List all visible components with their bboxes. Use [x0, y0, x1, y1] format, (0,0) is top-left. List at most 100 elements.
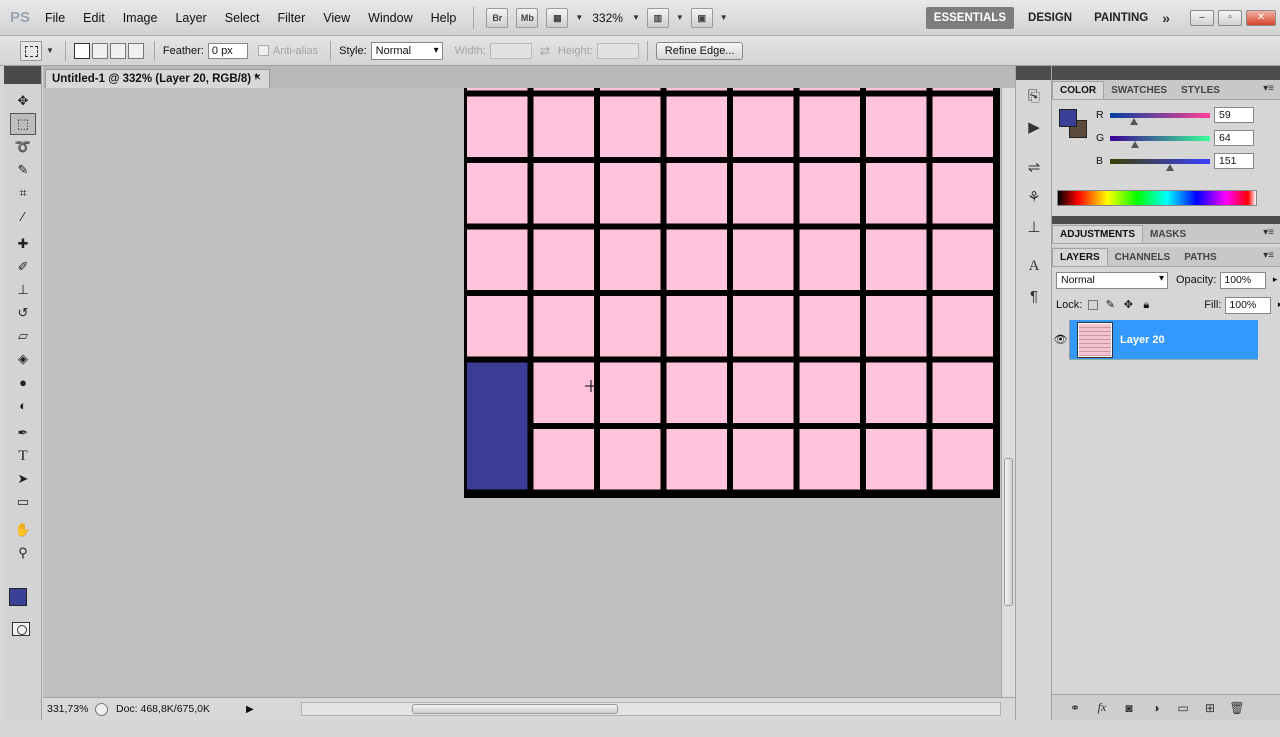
intersect-selection-mode[interactable]	[127, 42, 144, 59]
blue-slider[interactable]: B 151	[1096, 153, 1271, 173]
document-tab[interactable]: Untitled-1 @ 332% (Layer 20, RGB/8) * ×	[45, 69, 270, 88]
tab-masks[interactable]: MASKS	[1143, 226, 1193, 243]
vertical-scroll-thumb[interactable]	[1004, 458, 1013, 606]
chevron-down-icon[interactable]: ▼	[575, 13, 583, 22]
character-panel-icon[interactable]: A	[1022, 258, 1046, 280]
view-extras-button[interactable]: ▦	[546, 7, 569, 28]
layer-item[interactable]: 👁︎ Layer 20	[1052, 319, 1258, 360]
visibility-eye-icon[interactable]: 👁︎	[1052, 319, 1070, 360]
tab-paths[interactable]: PATHS	[1177, 249, 1223, 266]
mini-bridge-button[interactable]: Mb	[516, 7, 539, 28]
tool-presets-icon[interactable]: ⇌	[1022, 158, 1046, 180]
clone-stamp-tool-icon[interactable]: ⊥	[10, 279, 36, 301]
link-layers-icon[interactable]: ⚭	[1066, 701, 1084, 715]
chevron-down-icon[interactable]: ▼	[46, 46, 54, 55]
history-panel-icon[interactable]: ⎘	[1022, 88, 1046, 110]
new-selection-mode[interactable]	[73, 42, 90, 59]
layer-name[interactable]: Layer 20	[1120, 334, 1165, 346]
menu-window[interactable]: Window	[359, 11, 421, 25]
clone-source-icon[interactable]: ⊥	[1022, 218, 1046, 240]
rectangle-shape-tool-icon[interactable]: ▭	[10, 491, 36, 513]
adjustment-layer-icon[interactable]: ◑	[1147, 701, 1165, 715]
panel-menu-icon[interactable]: ▾≡	[1263, 83, 1274, 94]
color-panel-foreground[interactable]	[1059, 109, 1077, 127]
menu-layer[interactable]: Layer	[166, 11, 215, 25]
quick-mask-icon[interactable]	[12, 622, 30, 636]
workspace-essentials[interactable]: ESSENTIALS	[925, 7, 1015, 29]
vertical-scrollbar[interactable]	[1001, 88, 1015, 697]
blur-tool-icon[interactable]: ●	[10, 371, 36, 393]
tab-styles[interactable]: STYLES	[1174, 82, 1227, 99]
menu-view[interactable]: View	[314, 11, 359, 25]
horizontal-scrollbar[interactable]	[301, 702, 1001, 716]
layer-thumbnail[interactable]	[1077, 321, 1113, 358]
minimize-button[interactable]: –	[1190, 10, 1214, 26]
subtract-selection-mode[interactable]	[109, 42, 126, 59]
tool-preset-picker[interactable]	[20, 40, 42, 61]
move-tool-icon[interactable]: ✥	[10, 90, 36, 112]
status-info-icon[interactable]	[95, 702, 108, 716]
eyedropper-tool-icon[interactable]: ⁄	[10, 205, 36, 227]
chevron-down-icon[interactable]: ▼	[720, 13, 728, 22]
tools-panel-header[interactable]	[4, 66, 41, 84]
menu-file[interactable]: File	[36, 11, 74, 25]
paragraph-panel-icon[interactable]: ¶	[1022, 288, 1046, 310]
feather-input[interactable]: 0 px	[207, 42, 248, 59]
more-workspaces-icon[interactable]: »	[1162, 10, 1170, 26]
screen-mode-button[interactable]: ▣	[690, 7, 713, 28]
status-zoom[interactable]: 331,73%	[47, 703, 91, 715]
chevron-down-icon[interactable]: ▼	[676, 13, 684, 22]
red-slider[interactable]: R 59	[1096, 107, 1271, 127]
brush-tool-icon[interactable]: ✐	[10, 256, 36, 278]
canvas-area[interactable]	[43, 88, 1001, 697]
type-tool-icon[interactable]: T	[10, 445, 36, 467]
blue-knob[interactable]	[1166, 164, 1174, 171]
refine-edge-button[interactable]: Refine Edge...	[655, 41, 744, 60]
status-menu-arrow-icon[interactable]: ▶	[246, 704, 254, 715]
blend-mode-select[interactable]: Normal	[1056, 271, 1168, 289]
lock-position-icon[interactable]: ✥	[1122, 299, 1134, 311]
new-group-icon[interactable]: ▭	[1174, 701, 1192, 715]
path-selection-tool-icon[interactable]: ➤	[10, 468, 36, 490]
lock-pixels-icon[interactable]: ✎	[1104, 299, 1116, 311]
add-mask-icon[interactable]: ◙	[1120, 701, 1138, 715]
red-value[interactable]: 59	[1214, 107, 1254, 123]
foreground-color-swatch[interactable]	[9, 588, 27, 606]
zoom-level[interactable]: 332%	[586, 11, 629, 25]
close-icon[interactable]: ×	[254, 72, 261, 84]
workspace-painting[interactable]: PAINTING	[1086, 8, 1156, 28]
lock-all-icon[interactable]: 🔒︎	[1140, 299, 1152, 311]
menu-select[interactable]: Select	[216, 11, 269, 25]
tab-channels[interactable]: CHANNELS	[1108, 249, 1178, 266]
zoom-tool-icon[interactable]: ⚲	[10, 542, 36, 564]
dock-header[interactable]	[1016, 66, 1051, 80]
paint-bucket-tool-icon[interactable]: ◈	[10, 348, 36, 370]
menu-image[interactable]: Image	[114, 11, 167, 25]
healing-brush-tool-icon[interactable]: ✚	[10, 233, 36, 255]
tab-swatches[interactable]: SWATCHES	[1104, 82, 1174, 99]
tab-adjustments[interactable]: ADJUSTMENTS	[1052, 225, 1144, 243]
lasso-tool-icon[interactable]: ➰	[10, 136, 36, 158]
quick-select-tool-icon[interactable]: ✎	[10, 159, 36, 181]
layer-style-icon[interactable]: fx	[1093, 700, 1111, 715]
arrange-documents-button[interactable]: ▥	[646, 7, 669, 28]
brush-panel-icon[interactable]: ⚘	[1022, 188, 1046, 210]
panel-menu-icon[interactable]: ▾≡	[1263, 227, 1274, 238]
opacity-input[interactable]: 100%	[1220, 271, 1277, 289]
panel-menu-icon[interactable]: ▾≡	[1263, 250, 1274, 261]
green-knob[interactable]	[1131, 141, 1139, 148]
green-slider[interactable]: G 64	[1096, 130, 1271, 150]
menu-filter[interactable]: Filter	[268, 11, 314, 25]
add-selection-mode[interactable]	[91, 42, 108, 59]
crop-tool-icon[interactable]: ⌗	[10, 182, 36, 204]
new-layer-icon[interactable]: ⊞	[1201, 701, 1219, 715]
chevron-down-icon[interactable]: ▼	[632, 13, 640, 22]
style-select[interactable]: Normal	[370, 41, 443, 60]
tab-color[interactable]: COLOR	[1052, 81, 1105, 99]
fill-input[interactable]: 100%	[1225, 296, 1280, 314]
red-knob[interactable]	[1130, 118, 1138, 125]
rect-marquee-tool-icon[interactable]: ⬚	[10, 113, 36, 135]
history-brush-tool-icon[interactable]: ↺	[10, 302, 36, 324]
dodge-tool-icon[interactable]: ◐	[10, 394, 36, 416]
lock-transparency-icon[interactable]	[1088, 300, 1099, 310]
